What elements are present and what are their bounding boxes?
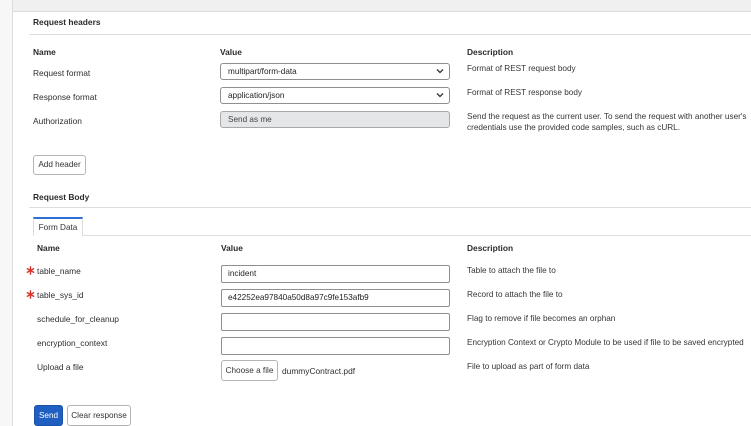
send-button[interactable]: Send [34, 405, 63, 426]
request-format-value: multipart/form-data [228, 67, 297, 76]
add-header-button[interactable]: Add header [33, 155, 86, 175]
left-gutter [0, 0, 13, 426]
request-headers-title: Request headers [33, 17, 101, 27]
response-format-description: Format of REST response body [467, 88, 582, 97]
table-name-description: Table to attach the file to [467, 266, 556, 275]
table-sys-id-label: table_sys_id [37, 290, 84, 300]
response-format-label: Response format [33, 92, 97, 102]
request-format-description: Format of REST request body [467, 64, 576, 73]
headers-col-description: Description [467, 47, 514, 57]
choose-file-button[interactable]: Choose a file [221, 360, 278, 381]
selected-file-name: dummyContract.pdf [282, 366, 356, 376]
authorization-description: Send the request as the current user. To… [467, 112, 747, 132]
response-format-value: application/json [228, 91, 285, 100]
schedule-for-cleanup-description: Flag to remove if file becomes an orphan [467, 314, 616, 323]
table-name-label: table_name [37, 266, 81, 276]
upload-file-description: File to upload as part of form data [467, 362, 590, 371]
authorization-label: Authorization [33, 116, 82, 126]
response-format-select[interactable]: application/json [220, 87, 450, 104]
tab-strip-line [83, 235, 751, 236]
chevron-down-icon [436, 93, 444, 98]
table-name-input[interactable]: incident [221, 265, 450, 283]
section-divider [29, 34, 751, 35]
schedule-for-cleanup-input[interactable] [221, 313, 450, 331]
top-bar [0, 0, 751, 12]
clear-response-button[interactable]: Clear response [67, 405, 131, 426]
upload-file-label: Upload a file [37, 362, 84, 372]
request-format-select[interactable]: multipart/form-data [220, 63, 450, 80]
chevron-down-icon [436, 69, 444, 74]
section-divider [29, 207, 751, 208]
body-col-name: Name [37, 243, 60, 253]
headers-col-name: Name [33, 47, 56, 57]
request-body-title: Request Body [33, 192, 90, 202]
required-asterisk-icon [26, 290, 35, 299]
tab-form-data[interactable]: Form Data [33, 217, 83, 236]
schedule-for-cleanup-label: schedule_for_cleanup [37, 314, 119, 324]
authorization-field: Send as me [220, 111, 450, 128]
encryption-context-description: Encryption Context or Crypto Module to b… [467, 338, 744, 347]
table-sys-id-description: Record to attach the file to [467, 290, 563, 299]
body-col-value: Value [221, 243, 243, 253]
encryption-context-input[interactable] [221, 337, 450, 355]
body-col-description: Description [467, 243, 514, 253]
request-format-label: Request format [33, 68, 91, 78]
headers-col-value: Value [220, 47, 242, 57]
encryption-context-label: encryption_context [37, 338, 108, 348]
required-asterisk-icon [26, 266, 35, 275]
table-sys-id-input[interactable]: e42252ea97840a50d8a97c9fe153afb9 [221, 289, 450, 307]
